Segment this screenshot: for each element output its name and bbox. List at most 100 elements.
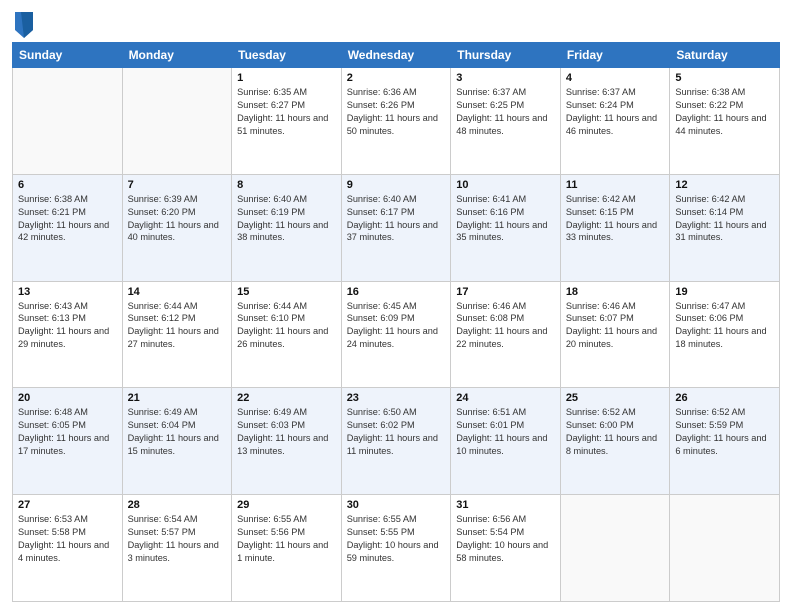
day-info: Sunrise: 6:45 AM Sunset: 6:09 PM Dayligh… <box>347 300 446 352</box>
day-number: 17 <box>456 286 555 298</box>
day-info: Sunrise: 6:53 AM Sunset: 5:58 PM Dayligh… <box>18 513 117 565</box>
day-number: 3 <box>456 72 555 84</box>
day-number: 23 <box>347 392 446 404</box>
day-info: Sunrise: 6:37 AM Sunset: 6:24 PM Dayligh… <box>566 86 665 138</box>
calendar-day-9: 9 Sunrise: 6:40 AM Sunset: 6:17 PM Daylig… <box>341 174 451 281</box>
weekday-header-saturday: Saturday <box>670 43 780 68</box>
day-number: 9 <box>347 179 446 191</box>
day-info: Sunrise: 6:41 AM Sunset: 6:16 PM Dayligh… <box>456 193 555 245</box>
day-number: 30 <box>347 499 446 511</box>
calendar-day-3: 3 Sunrise: 6:37 AM Sunset: 6:25 PM Daylig… <box>451 68 561 175</box>
calendar-day-17: 17 Sunrise: 6:46 AM Sunset: 6:08 PM Dayli… <box>451 281 561 388</box>
day-info: Sunrise: 6:38 AM Sunset: 6:22 PM Dayligh… <box>675 86 774 138</box>
logo-icon <box>13 10 35 40</box>
calendar-day-8: 8Sunrise: 6:40 AM Sunset: 6:19 PM Daylig… <box>232 174 342 281</box>
day-info: Sunrise: 6:40 AM Sunset: 6:17 PM Dayligh… <box>347 193 446 245</box>
calendar-day-31: 31Sunrise: 6:56 AM Sunset: 5:54 PM Dayli… <box>451 495 561 602</box>
header <box>12 10 780 36</box>
logo <box>12 10 35 36</box>
day-number: 1 <box>237 72 336 84</box>
calendar-week-row: 1 Sunrise: 6:35 AM Sunset: 6:27 PM Daylig… <box>13 68 780 175</box>
calendar-week-row: 6Sunrise: 6:38 AM Sunset: 6:21 PM Daylig… <box>13 174 780 281</box>
calendar-day-10: 10 Sunrise: 6:41 AM Sunset: 6:16 PM Dayli… <box>451 174 561 281</box>
day-info: Sunrise: 6:55 AM Sunset: 5:56 PM Dayligh… <box>237 513 336 565</box>
day-number: 14 <box>128 286 227 298</box>
day-number: 21 <box>128 392 227 404</box>
day-number: 18 <box>566 286 665 298</box>
calendar-day-13: 13 Sunrise: 6:43 AM Sunset: 6:13 PM Dayli… <box>13 281 123 388</box>
logo-text <box>12 10 35 36</box>
calendar-empty-cell <box>670 495 780 602</box>
calendar-day-4: 4 Sunrise: 6:37 AM Sunset: 6:24 PM Daylig… <box>560 68 670 175</box>
calendar-empty-cell <box>122 68 232 175</box>
calendar-day-16: 16Sunrise: 6:45 AM Sunset: 6:09 PM Dayli… <box>341 281 451 388</box>
calendar-week-row: 13 Sunrise: 6:43 AM Sunset: 6:13 PM Dayli… <box>13 281 780 388</box>
day-info: Sunrise: 6:44 AM Sunset: 6:10 PM Dayligh… <box>237 300 336 352</box>
calendar-day-24: 24Sunrise: 6:51 AM Sunset: 6:01 PM Dayli… <box>451 388 561 495</box>
weekday-header-sunday: Sunday <box>13 43 123 68</box>
weekday-header-monday: Monday <box>122 43 232 68</box>
calendar-day-25: 25 Sunrise: 6:52 AM Sunset: 6:00 PM Dayli… <box>560 388 670 495</box>
calendar-day-11: 11Sunrise: 6:42 AM Sunset: 6:15 PM Dayli… <box>560 174 670 281</box>
day-info: Sunrise: 6:49 AM Sunset: 6:03 PM Dayligh… <box>237 406 336 458</box>
day-info: Sunrise: 6:48 AM Sunset: 6:05 PM Dayligh… <box>18 406 117 458</box>
day-number: 11 <box>566 179 665 191</box>
weekday-header-thursday: Thursday <box>451 43 561 68</box>
day-info: Sunrise: 6:36 AM Sunset: 6:26 PM Dayligh… <box>347 86 446 138</box>
day-info: Sunrise: 6:43 AM Sunset: 6:13 PM Dayligh… <box>18 300 117 352</box>
day-number: 15 <box>237 286 336 298</box>
weekday-header-row: SundayMondayTuesdayWednesdayThursdayFrid… <box>13 43 780 68</box>
day-number: 19 <box>675 286 774 298</box>
day-info: Sunrise: 6:47 AM Sunset: 6:06 PM Dayligh… <box>675 300 774 352</box>
calendar-day-18: 18 Sunrise: 6:46 AM Sunset: 6:07 PM Dayli… <box>560 281 670 388</box>
day-info: Sunrise: 6:51 AM Sunset: 6:01 PM Dayligh… <box>456 406 555 458</box>
day-number: 2 <box>347 72 446 84</box>
day-number: 29 <box>237 499 336 511</box>
day-number: 4 <box>566 72 665 84</box>
day-number: 5 <box>675 72 774 84</box>
calendar-week-row: 27 Sunrise: 6:53 AM Sunset: 5:58 PM Dayli… <box>13 495 780 602</box>
day-info: Sunrise: 6:37 AM Sunset: 6:25 PM Dayligh… <box>456 86 555 138</box>
day-info: Sunrise: 6:42 AM Sunset: 6:14 PM Dayligh… <box>675 193 774 245</box>
calendar-day-14: 14 Sunrise: 6:44 AM Sunset: 6:12 PM Dayli… <box>122 281 232 388</box>
calendar-day-6: 6Sunrise: 6:38 AM Sunset: 6:21 PM Daylig… <box>13 174 123 281</box>
calendar-day-22: 22 Sunrise: 6:49 AM Sunset: 6:03 PM Dayli… <box>232 388 342 495</box>
day-number: 25 <box>566 392 665 404</box>
calendar-day-23: 23 Sunrise: 6:50 AM Sunset: 6:02 PM Dayli… <box>341 388 451 495</box>
calendar-day-30: 30Sunrise: 6:55 AM Sunset: 5:55 PM Dayli… <box>341 495 451 602</box>
day-info: Sunrise: 6:44 AM Sunset: 6:12 PM Dayligh… <box>128 300 227 352</box>
page: SundayMondayTuesdayWednesdayThursdayFrid… <box>0 0 792 612</box>
calendar-day-29: 29 Sunrise: 6:55 AM Sunset: 5:56 PM Dayli… <box>232 495 342 602</box>
day-info: Sunrise: 6:35 AM Sunset: 6:27 PM Dayligh… <box>237 86 336 138</box>
calendar-day-19: 19 Sunrise: 6:47 AM Sunset: 6:06 PM Dayli… <box>670 281 780 388</box>
day-number: 12 <box>675 179 774 191</box>
day-info: Sunrise: 6:52 AM Sunset: 5:59 PM Dayligh… <box>675 406 774 458</box>
day-info: Sunrise: 6:49 AM Sunset: 6:04 PM Dayligh… <box>128 406 227 458</box>
day-number: 7 <box>128 179 227 191</box>
day-info: Sunrise: 6:52 AM Sunset: 6:00 PM Dayligh… <box>566 406 665 458</box>
day-info: Sunrise: 6:50 AM Sunset: 6:02 PM Dayligh… <box>347 406 446 458</box>
day-info: Sunrise: 6:46 AM Sunset: 6:07 PM Dayligh… <box>566 300 665 352</box>
day-number: 26 <box>675 392 774 404</box>
calendar-day-7: 7Sunrise: 6:39 AM Sunset: 6:20 PM Daylig… <box>122 174 232 281</box>
day-number: 13 <box>18 286 117 298</box>
day-number: 8 <box>237 179 336 191</box>
day-info: Sunrise: 6:46 AM Sunset: 6:08 PM Dayligh… <box>456 300 555 352</box>
calendar-empty-cell <box>13 68 123 175</box>
weekday-header-tuesday: Tuesday <box>232 43 342 68</box>
calendar-table: SundayMondayTuesdayWednesdayThursdayFrid… <box>12 42 780 602</box>
day-number: 6 <box>18 179 117 191</box>
calendar-day-27: 27 Sunrise: 6:53 AM Sunset: 5:58 PM Dayli… <box>13 495 123 602</box>
weekday-header-friday: Friday <box>560 43 670 68</box>
calendar-day-1: 1 Sunrise: 6:35 AM Sunset: 6:27 PM Daylig… <box>232 68 342 175</box>
calendar-empty-cell <box>560 495 670 602</box>
calendar-day-20: 20Sunrise: 6:48 AM Sunset: 6:05 PM Dayli… <box>13 388 123 495</box>
day-number: 31 <box>456 499 555 511</box>
day-number: 27 <box>18 499 117 511</box>
day-number: 22 <box>237 392 336 404</box>
day-number: 10 <box>456 179 555 191</box>
calendar-week-row: 20Sunrise: 6:48 AM Sunset: 6:05 PM Dayli… <box>13 388 780 495</box>
calendar-day-21: 21 Sunrise: 6:49 AM Sunset: 6:04 PM Dayli… <box>122 388 232 495</box>
day-info: Sunrise: 6:54 AM Sunset: 5:57 PM Dayligh… <box>128 513 227 565</box>
calendar-day-15: 15 Sunrise: 6:44 AM Sunset: 6:10 PM Dayli… <box>232 281 342 388</box>
